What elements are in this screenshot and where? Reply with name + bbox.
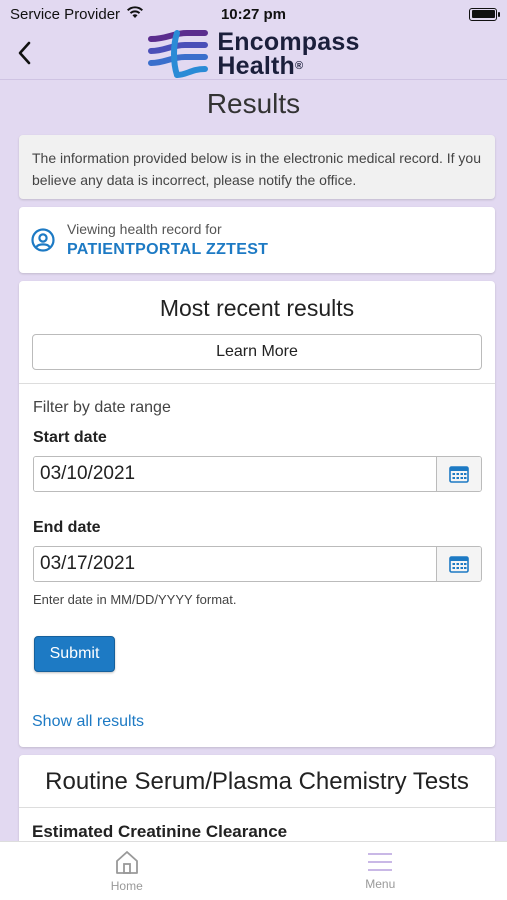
battery-icon [469, 7, 500, 21]
tab-menu[interactable]: Menu [254, 842, 507, 900]
chemistry-tests-title: Routine Serum/Plasma Chemistry Tests [45, 768, 469, 795]
bottom-tab-bar: Home Menu [0, 841, 507, 900]
tab-menu-label: Menu [365, 877, 396, 891]
start-date-input[interactable] [34, 457, 436, 491]
learn-more-button[interactable]: Learn More [32, 334, 482, 370]
app-header: Encompass Health® [0, 28, 507, 80]
end-date-label: End date [33, 519, 101, 536]
submit-button[interactable]: Submit [34, 636, 115, 672]
start-date-label: Start date [33, 429, 107, 446]
back-button[interactable] [12, 38, 36, 68]
logo-registered-mark: ® [295, 59, 304, 72]
viewing-record-card: Viewing health record for PATIENTPORTAL … [19, 207, 495, 273]
carrier-label: Service Provider [10, 5, 121, 23]
calendar-icon [449, 556, 469, 573]
test-name[interactable]: Estimated Creatinine Clearance [32, 822, 287, 842]
filter-label: Filter by date range [33, 399, 171, 416]
start-date-field [33, 456, 482, 492]
chevron-left-icon [18, 41, 31, 65]
date-format-hint: Enter date in MM/DD/YYYY format. [33, 592, 237, 607]
chemistry-tests-card: Routine Serum/Plasma Chemistry Tests Est… [19, 755, 495, 855]
logo-line-2-wrap: Health® [217, 51, 359, 80]
patient-name: PATIENTPORTAL ZZTEST [67, 241, 269, 258]
end-date-field [33, 546, 482, 582]
divider [19, 807, 495, 808]
viewing-label: Viewing health record for [67, 221, 222, 237]
start-date-calendar-button[interactable] [436, 457, 481, 491]
encompass-health-logo: Encompass Health® [147, 29, 359, 79]
tab-home-label: Home [110, 879, 143, 893]
status-bar: Service Provider 10:27 pm [0, 0, 507, 28]
logo-mark-icon [148, 29, 209, 78]
logo-line-1: Encompass [217, 27, 360, 56]
logo-line-2: Health [217, 51, 296, 80]
page-title: Results [206, 88, 301, 119]
tab-home[interactable]: Home [0, 842, 254, 900]
results-card: Most recent results Learn More Filter by… [19, 281, 495, 747]
end-date-input[interactable] [34, 547, 436, 581]
wifi-icon [126, 5, 144, 23]
user-circle-icon [31, 228, 55, 252]
end-date-calendar-button[interactable] [436, 547, 481, 581]
results-title: Most recent results [159, 295, 355, 321]
home-icon [115, 851, 138, 874]
menu-icon [368, 853, 393, 871]
calendar-icon [449, 466, 469, 483]
show-all-results-link[interactable]: Show all results [32, 713, 144, 731]
divider [19, 383, 495, 384]
notice-banner: The information provided below is in the… [19, 135, 495, 199]
